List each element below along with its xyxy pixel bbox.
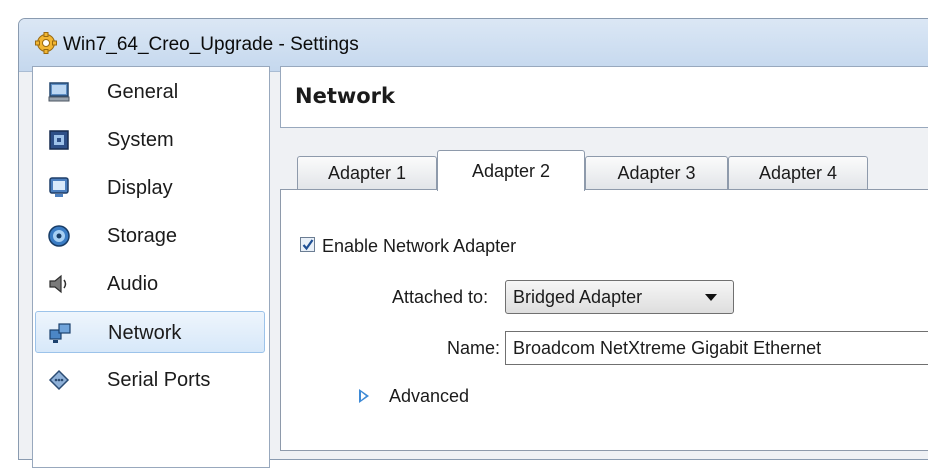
tab-label: Adapter 4	[758, 163, 838, 183]
sidebar-item-storage[interactable]: Storage	[35, 215, 265, 257]
sidebar-item-display[interactable]: Display	[35, 167, 265, 209]
sidebar-item-system[interactable]: System	[35, 119, 265, 161]
chevron-down-icon	[705, 294, 717, 301]
sidebar-item-label: Display	[107, 177, 173, 199]
settings-sidebar: General System Display Storage Audio Net…	[32, 66, 270, 468]
advanced-toggle[interactable]: Advanced	[389, 386, 469, 407]
sidebar-item-label: Storage	[107, 225, 178, 247]
tab-label: Adapter 2	[471, 161, 551, 181]
sidebar-item-network[interactable]: Network	[35, 311, 265, 353]
name-label: Name:	[447, 338, 501, 358]
sidebar-item-label: System	[107, 129, 174, 151]
tab-label: Adapter 1	[327, 163, 407, 183]
attached-to-select[interactable]: Bridged Adapter	[505, 280, 734, 314]
sidebar-item-label: Serial Ports	[107, 369, 211, 391]
adapter-name-select[interactable]: Broadcom NetXtreme Gigabit Ethernet	[505, 331, 928, 365]
sidebar-item-general[interactable]: General	[35, 71, 265, 113]
disk-icon	[48, 225, 70, 247]
tab-adapter-3[interactable]: Adapter 3	[585, 156, 728, 190]
sidebar-item-label: Network	[108, 322, 182, 344]
adapter-panel	[280, 189, 928, 451]
attached-to-label: Attached to:	[392, 287, 489, 307]
tab-label: Adapter 3	[617, 163, 696, 183]
window-title: Win7_64_Creo_Upgrade - Settings	[63, 34, 359, 55]
chip-icon	[49, 130, 69, 150]
attached-to-value: Bridged Adapter	[513, 287, 643, 307]
tab-adapter-2[interactable]: Adapter 2	[437, 150, 585, 191]
tab-adapter-4[interactable]: Adapter 4	[728, 156, 868, 190]
display-icon	[49, 177, 69, 197]
adapter-tabs: Adapter 1 Adapter 2 Adapter 3 Adapter 4	[280, 150, 928, 191]
adapter-name-value: Broadcom NetXtreme Gigabit Ethernet	[513, 338, 822, 358]
network-icon	[49, 323, 71, 343]
section-header: Network	[280, 66, 928, 128]
serial-port-icon	[48, 369, 70, 391]
title-bar[interactable]: Win7_64_Creo_Upgrade - Settings	[19, 19, 928, 72]
page-title: Network	[295, 84, 396, 108]
tab-adapter-1[interactable]: Adapter 1	[297, 156, 437, 190]
speaker-icon	[49, 274, 67, 294]
enable-adapter-checkbox[interactable]	[300, 237, 315, 252]
sidebar-item-audio[interactable]: Audio	[35, 263, 265, 305]
sidebar-item-label: Audio	[107, 273, 159, 295]
monitor-icon	[48, 82, 70, 102]
sidebar-item-label: General	[107, 81, 179, 103]
sidebar-item-serial-ports[interactable]: Serial Ports	[35, 359, 265, 401]
enable-adapter-label[interactable]: Enable Network Adapter	[322, 236, 516, 257]
checkmark-icon	[302, 239, 314, 251]
gear-icon	[35, 32, 57, 54]
expand-arrow-icon[interactable]	[359, 389, 369, 403]
